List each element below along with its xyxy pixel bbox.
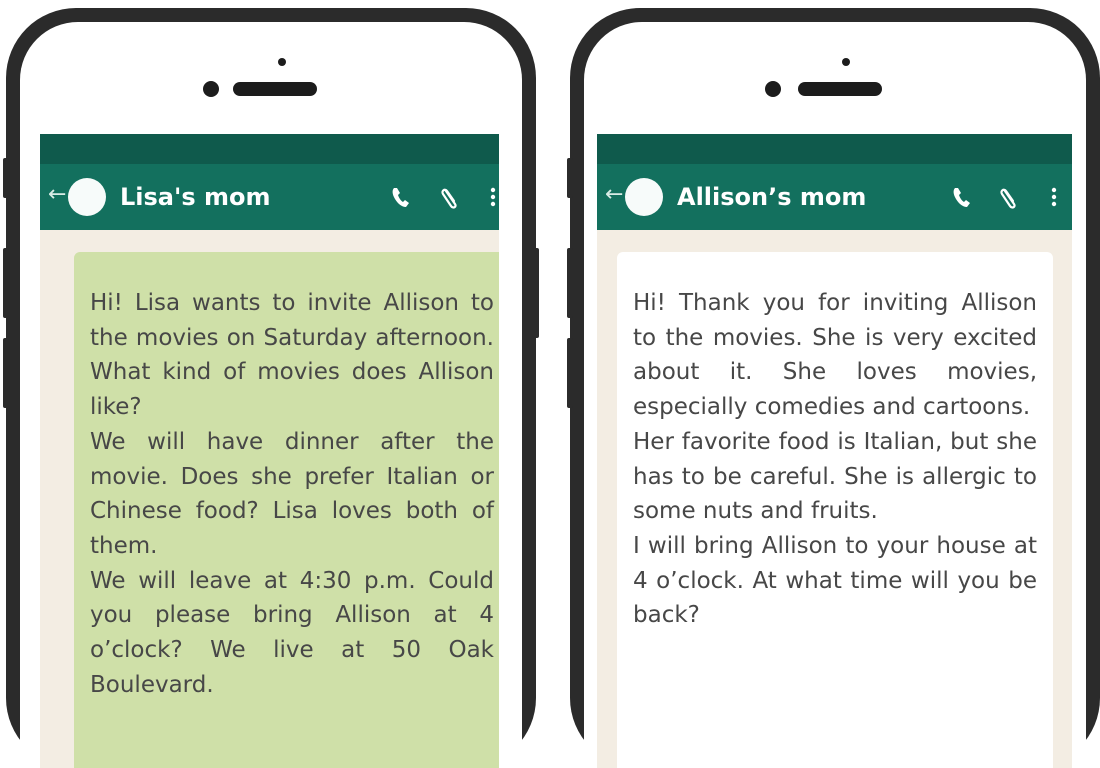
earpiece-speaker [233,82,317,96]
side-button [533,248,539,338]
message-bubble: Hi! Lisa wants to invite Allison to the … [74,252,499,768]
chat-header: ← Lisa's mom [40,164,499,230]
message-paragraph: I will bring Allison to your house at 4 … [633,532,1037,629]
chat-screen: ← Allison’s mom Hi! Thank you for inviti… [597,134,1072,768]
phone-bezel: ← Lisa's mom Hi! Lisa wants to invite Al… [20,22,522,768]
back-arrow-icon[interactable]: ← [605,181,623,209]
front-camera [203,81,219,97]
side-button [3,248,9,318]
phone-bezel: ← Allison’s mom Hi! Thank you for inviti… [584,22,1086,768]
avatar[interactable] [68,178,106,216]
paperclip-icon[interactable] [997,182,1023,212]
paperclip-icon[interactable] [438,182,464,212]
side-button [567,248,573,318]
earpiece-speaker [798,82,882,96]
message-paragraph: Hi! Thank you for inviting Allison to th… [633,290,1037,421]
status-bar [597,134,1072,164]
side-button [3,158,9,198]
phone-icon[interactable] [949,182,975,212]
front-sensor [278,58,286,66]
message-paragraph: Hi! Lisa wants to invite Allison to the … [90,290,494,421]
message-paragraph: Her favorite food is Italian, but she ha… [633,428,1037,525]
back-arrow-icon[interactable]: ← [48,181,66,209]
phone-right: ← Allison’s mom Hi! Thank you for inviti… [567,8,1100,768]
chat-header: ← Allison’s mom [597,164,1072,230]
message-bubble: Hi! Thank you for inviting Allison to th… [617,252,1053,768]
more-vertical-icon[interactable] [488,182,498,212]
chat-screen: ← Lisa's mom Hi! Lisa wants to invite Al… [40,134,499,768]
phone-left: ← Lisa's mom Hi! Lisa wants to invite Al… [3,8,539,768]
contact-name[interactable]: Lisa's mom [120,182,271,212]
avatar[interactable] [625,178,663,216]
phone-icon[interactable] [388,182,414,212]
side-button [567,338,573,408]
front-camera [765,81,781,97]
contact-name[interactable]: Allison’s mom [677,182,866,212]
side-button [3,338,9,408]
side-button [567,158,573,198]
message-paragraph: We will leave at 4:30 p.m. Could you ple… [90,567,494,698]
more-vertical-icon[interactable] [1049,182,1059,212]
message-paragraph: We will have dinner after the movie. Doe… [90,428,494,559]
front-sensor [842,58,850,66]
status-bar [40,134,499,164]
